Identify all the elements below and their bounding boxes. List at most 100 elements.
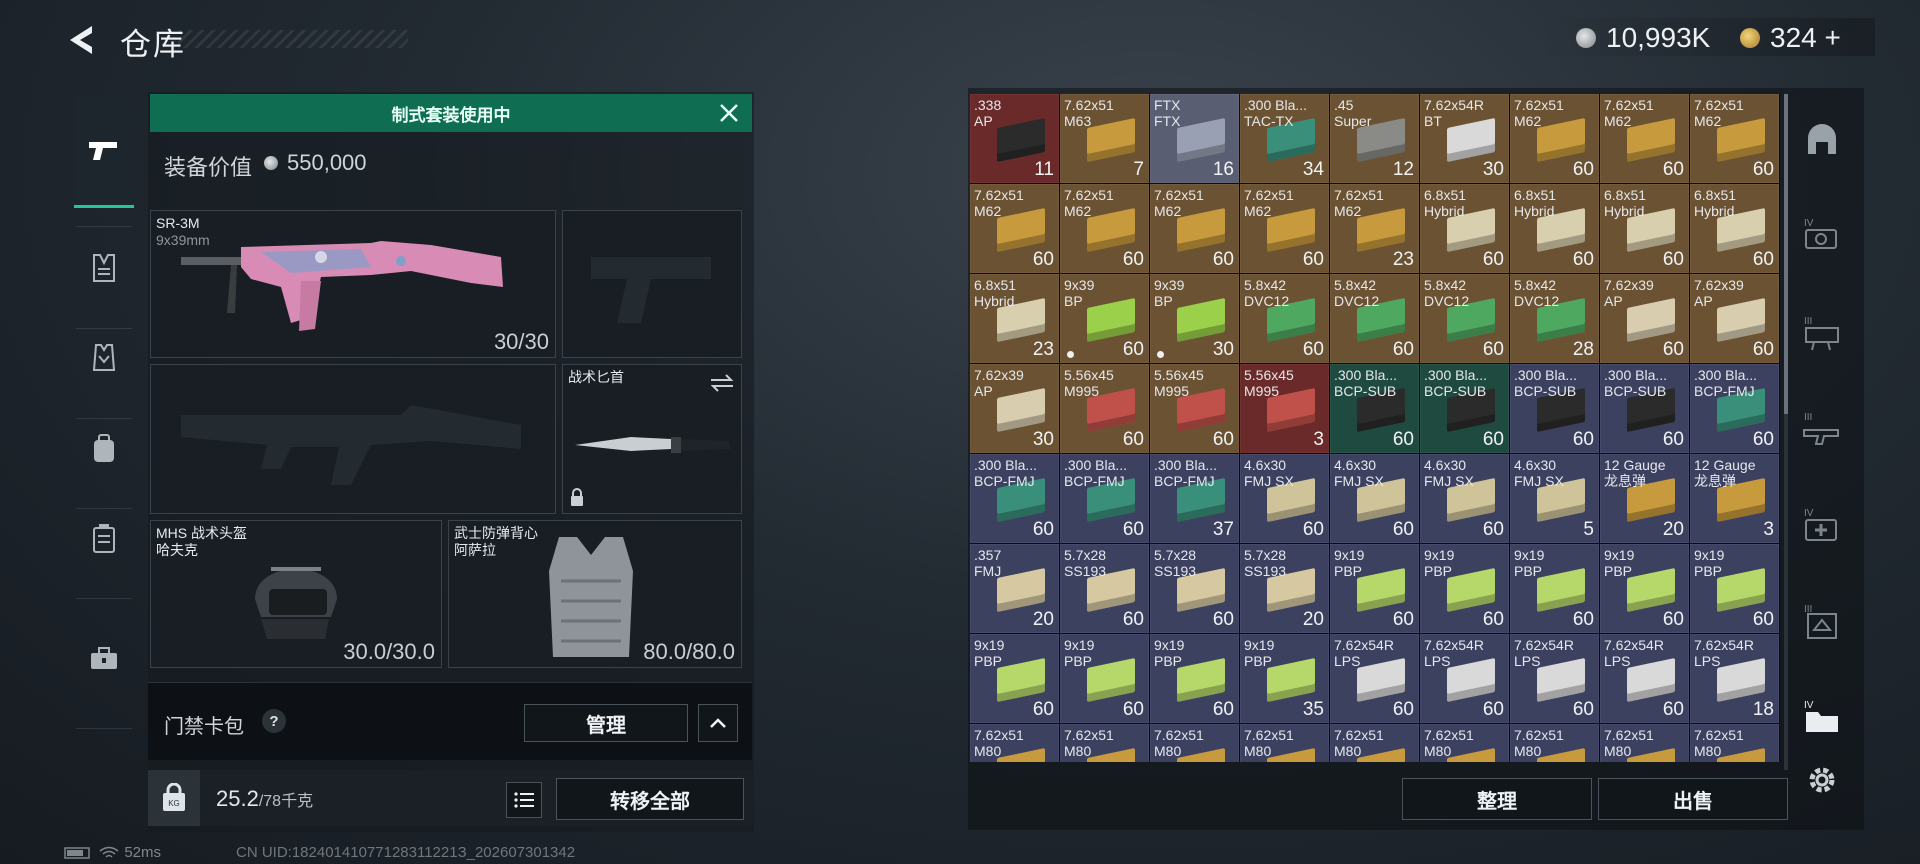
storage-item[interactable]: 5.56x45 M995 60 [1150, 364, 1239, 453]
storage-item[interactable]: 9x19 PBP 60 [1420, 544, 1509, 633]
storage-item[interactable]: 9x19 PBP 60 [1330, 544, 1419, 633]
storage-item[interactable]: 7.62x39 AP 60 [1690, 274, 1779, 363]
storage-item[interactable]: 6.8x51 Hybrid 60 [1600, 184, 1689, 273]
storage-item[interactable]: 5.8x42 DVC12 60 [1240, 274, 1329, 363]
storage-item[interactable]: 4.6x30 FMJ SX 5 [1510, 454, 1599, 543]
storage-item[interactable]: 5.8x42 DVC12 60 [1330, 274, 1419, 363]
filter-tier3-weapon[interactable]: III [1800, 310, 1844, 354]
secondary-weapon-slot[interactable] [562, 210, 742, 358]
storage-item[interactable]: 7.62x39 AP 60 [1600, 274, 1689, 363]
storage-item[interactable]: 7.62x51 M62 23 [1330, 184, 1419, 273]
storage-item[interactable]: .338 AP 11 [970, 94, 1059, 183]
filter-tier4-optics[interactable]: IV [1800, 212, 1844, 256]
storage-item[interactable]: 5.56x45 M995 3 [1240, 364, 1329, 453]
filter-tier3-rifle[interactable]: III [1800, 406, 1844, 450]
storage-item[interactable]: 7.62x54R LPS 60 [1600, 634, 1689, 723]
storage-item[interactable]: 9x19 PBP 60 [1690, 544, 1779, 633]
helmet-slot[interactable]: MHS 战术头盔 哈夫克 30.0/30.0 [150, 520, 442, 668]
filter-tier3-gear[interactable]: III [1800, 598, 1844, 642]
body-armor-slot[interactable]: 武士防弹背心 阿萨拉 80.0/80.0 [448, 520, 742, 668]
storage-item[interactable]: 7.62x51 M80 [1060, 724, 1149, 762]
storage-item[interactable]: 4.6x30 FMJ SX 60 [1420, 454, 1509, 543]
nav-secure-container[interactable] [74, 508, 134, 568]
storage-scroll-thumb[interactable] [1784, 94, 1788, 414]
nav-chest-rig[interactable] [74, 238, 134, 298]
sell-button[interactable]: 出售 [1598, 778, 1788, 820]
storage-item[interactable]: 7.62x51 M80 [1690, 724, 1779, 762]
filter-tier4-folder[interactable]: IV [1800, 694, 1844, 738]
storage-item[interactable]: 4.6x30 FMJ SX 60 [1240, 454, 1329, 543]
storage-item[interactable]: .300 Bla... BCP-FMJ 60 [1690, 364, 1779, 453]
storage-item[interactable]: .300 Bla... BCP-SUB 60 [1330, 364, 1419, 453]
storage-item[interactable]: 7.62x51 M62 60 [970, 184, 1059, 273]
storage-item[interactable]: 7.62x51 M80 [1150, 724, 1239, 762]
storage-item[interactable]: 5.7x28 SS193 60 [1060, 544, 1149, 633]
storage-item[interactable]: 9x39 BP 30 [1150, 274, 1239, 363]
add-gold-button[interactable]: + [1825, 22, 1841, 53]
storage-item[interactable]: .300 Bla... BCP-SUB 60 [1600, 364, 1689, 453]
storage-item[interactable]: 4.6x30 FMJ SX 60 [1330, 454, 1419, 543]
storage-item[interactable]: .357 FMJ 20 [970, 544, 1059, 633]
storage-item[interactable]: 7.62x54R LPS 18 [1690, 634, 1779, 723]
storage-item[interactable]: 7.62x51 M80 [970, 724, 1059, 762]
storage-item[interactable]: 5.8x42 DVC12 28 [1510, 274, 1599, 363]
storage-item[interactable]: 7.62x54R BT 30 [1420, 94, 1509, 183]
primary-weapon-slot[interactable]: SR-3M 9x39mm 30/30 [150, 210, 556, 358]
storage-item[interactable]: 7.62x51 M80 [1240, 724, 1329, 762]
nav-backpack[interactable] [74, 418, 134, 478]
storage-item[interactable]: .300 Bla... BCP-SUB 60 [1420, 364, 1509, 453]
gold-amount[interactable]: 324 + [1770, 22, 1841, 54]
transfer-all-button[interactable]: 转移全部 [556, 778, 744, 820]
back-arrow-icon[interactable] [62, 20, 102, 60]
storage-item[interactable]: 5.8x42 DVC12 60 [1420, 274, 1509, 363]
list-view-button[interactable] [506, 782, 542, 818]
storage-item[interactable]: 7.62x51 M62 60 [1690, 94, 1779, 183]
close-icon[interactable] [716, 100, 742, 126]
storage-item[interactable]: .300 Bla... TAC-TX 34 [1240, 94, 1329, 183]
storage-item[interactable]: FTX FTX 16 [1150, 94, 1239, 183]
storage-item[interactable]: 6.8x51 Hybrid 60 [1420, 184, 1509, 273]
storage-item[interactable]: .300 Bla... BCP-FMJ 60 [970, 454, 1059, 543]
expand-button[interactable] [698, 704, 738, 742]
melee-slot[interactable]: 战术匕首 [562, 364, 742, 514]
storage-item[interactable]: 7.62x39 AP 30 [970, 364, 1059, 453]
nav-armor[interactable] [74, 328, 134, 388]
storage-item[interactable]: 9x19 PBP 60 [1600, 544, 1689, 633]
storage-item[interactable]: 7.62x51 M62 60 [1600, 94, 1689, 183]
storage-item[interactable]: 7.62x51 M62 60 [1060, 184, 1149, 273]
storage-item[interactable]: 9x19 PBP 35 [1240, 634, 1329, 723]
storage-item[interactable]: 9x19 PBP 60 [1150, 634, 1239, 723]
storage-item[interactable]: 7.62x51 M63 7 [1060, 94, 1149, 183]
storage-item[interactable]: 7.62x51 M62 60 [1150, 184, 1239, 273]
storage-item[interactable]: .300 Bla... BCP-SUB 60 [1510, 364, 1599, 453]
manage-button[interactable]: 管理 [524, 704, 688, 742]
storage-item[interactable]: 7.62x51 M80 [1330, 724, 1419, 762]
storage-item[interactable]: 6.8x51 Hybrid 23 [970, 274, 1059, 363]
storage-item[interactable]: 7.62x51 M62 60 [1510, 94, 1599, 183]
storage-item[interactable]: 6.8x51 Hybrid 60 [1690, 184, 1779, 273]
storage-item[interactable]: 9x19 PBP 60 [1060, 634, 1149, 723]
storage-item[interactable]: 7.62x51 M80 [1510, 724, 1599, 762]
sort-button[interactable]: 整理 [1402, 778, 1592, 820]
storage-item[interactable]: .45 Super 12 [1330, 94, 1419, 183]
storage-item[interactable]: 5.56x45 M995 60 [1060, 364, 1149, 453]
storage-item[interactable]: 7.62x51 M80 [1600, 724, 1689, 762]
nav-weapon[interactable] [74, 96, 134, 208]
storage-item[interactable]: 7.62x51 M80 [1420, 724, 1509, 762]
secondary-primary-slot[interactable] [150, 364, 556, 514]
filter-tier4-medical[interactable]: IV [1800, 502, 1844, 546]
storage-item[interactable]: 9x19 PBP 60 [1510, 544, 1599, 633]
storage-item[interactable]: .300 Bla... BCP-FMJ 37 [1150, 454, 1239, 543]
storage-item[interactable]: 7.62x54R LPS 60 [1510, 634, 1599, 723]
filter-all[interactable] [1800, 118, 1844, 162]
storage-item[interactable]: 9x39 BP 60 [1060, 274, 1149, 363]
settings-gear-icon[interactable] [1802, 760, 1842, 800]
storage-item[interactable]: 6.8x51 Hybrid 60 [1510, 184, 1599, 273]
storage-item[interactable]: 12 Gauge 龙息弹 3 [1690, 454, 1779, 543]
storage-item[interactable]: 9x19 PBP 60 [970, 634, 1059, 723]
storage-item[interactable]: 5.7x28 SS193 20 [1240, 544, 1329, 633]
help-icon[interactable]: ? [262, 709, 286, 733]
storage-item[interactable]: 7.62x51 M62 60 [1240, 184, 1329, 273]
swap-icon[interactable] [709, 373, 735, 393]
storage-item[interactable]: 5.7x28 SS193 60 [1150, 544, 1239, 633]
